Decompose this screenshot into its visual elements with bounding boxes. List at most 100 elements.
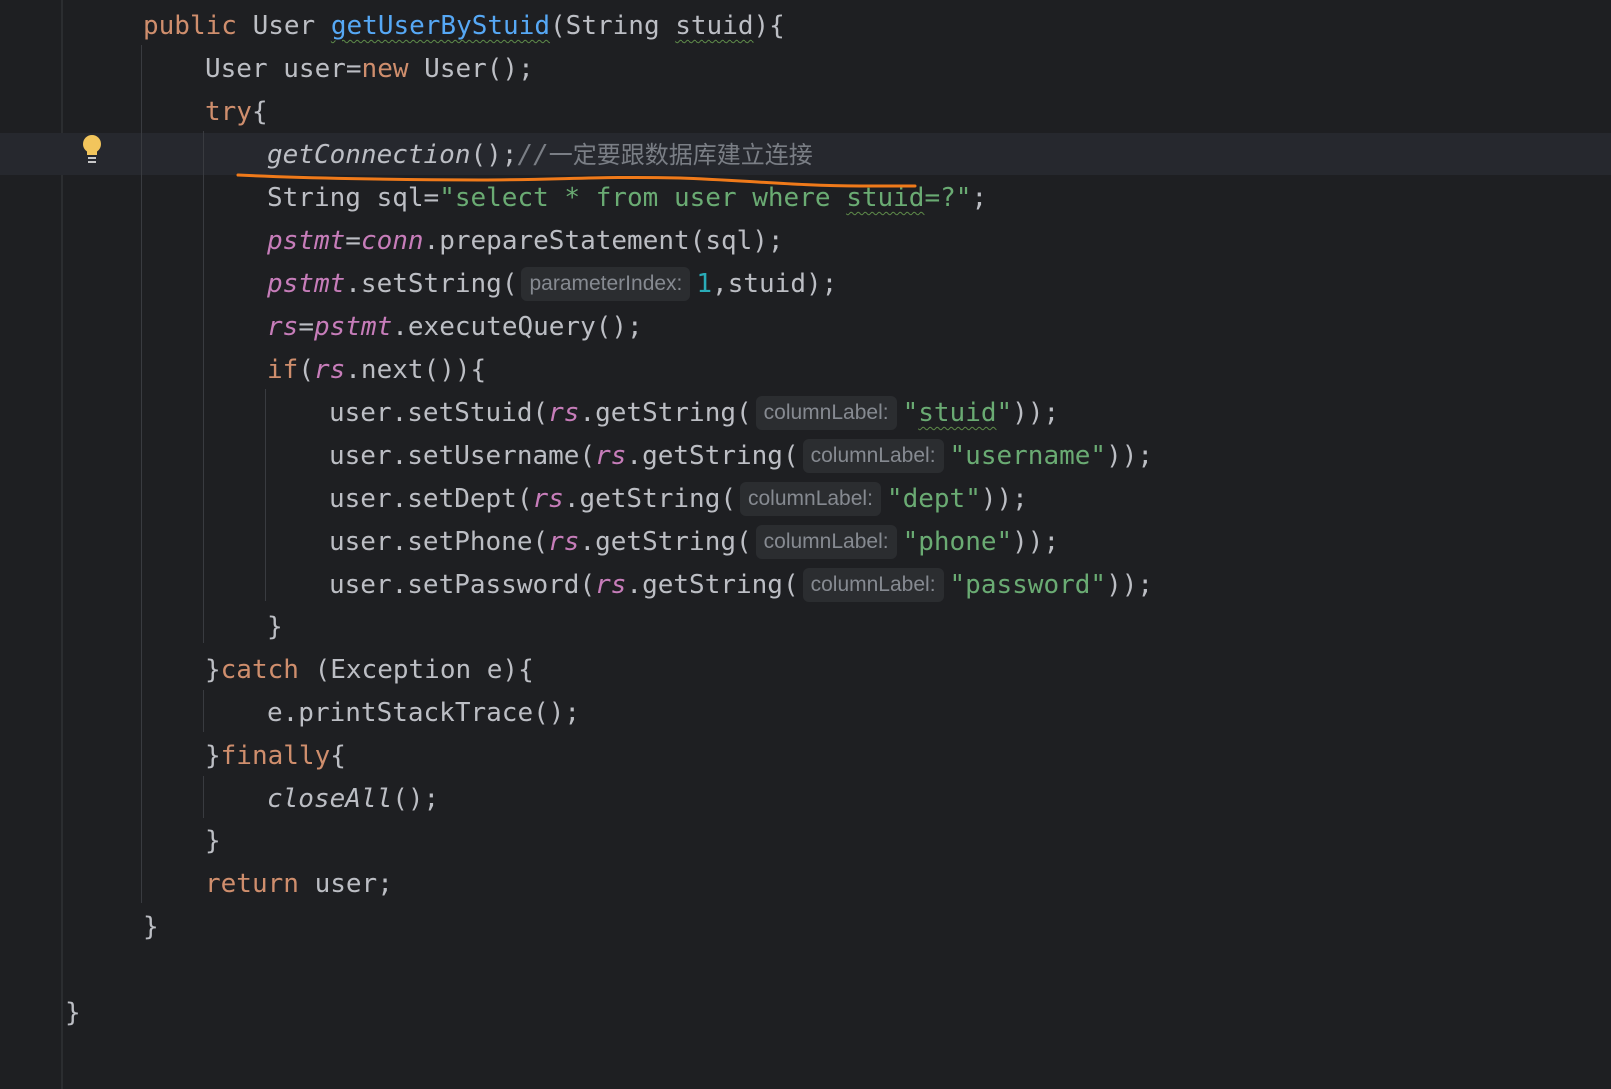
parameter-hint: columnLabel: [755, 525, 897, 559]
parameter-hint: columnLabel: [802, 439, 944, 473]
call-rest: .next()){ [345, 355, 487, 385]
field-var: pstmt [267, 226, 346, 256]
decl-text: String sql= [267, 183, 440, 213]
field-var: rs [313, 355, 346, 385]
return-type: User [252, 11, 316, 41]
call-text: .getString( [579, 398, 752, 428]
decl-text: User user= [205, 54, 362, 84]
code-line-print-stack[interactable]: e.printStackTrace(); [267, 693, 580, 733]
field-var: conn [360, 226, 424, 256]
sql-string-part: "select * from user where [439, 183, 847, 213]
parameter-hint: columnLabel: [740, 482, 881, 516]
brace: } [267, 612, 283, 642]
call-end: )); [1106, 441, 1154, 471]
code-line-close-finally[interactable]: } [205, 821, 221, 861]
comment-prefix: // [517, 140, 549, 170]
code-line-close-all[interactable]: closeAll(); [267, 779, 439, 819]
code-line-return[interactable]: return user; [205, 864, 393, 904]
catch-rest: (Exception e){ [298, 655, 534, 685]
code-line-set-stuid[interactable]: user.setStuid(rs.getString(columnLabel: "… [329, 393, 1059, 433]
string-literal: "username" [949, 441, 1107, 471]
code-editor[interactable]: public User getUserByStuid(String stuid)… [0, 0, 1611, 1089]
call-text: user.setStuid( [329, 398, 549, 428]
string-literal[interactable]: stuid [918, 398, 996, 428]
field-var: rs [595, 441, 627, 471]
code-line-set-dept[interactable]: user.setDept(rs.getString(columnLabel: "d… [329, 479, 1028, 519]
sql-string-end: =?" [924, 183, 972, 213]
call-end: )); [1106, 570, 1154, 600]
paren-open: ( [550, 11, 566, 41]
call-text: .getString( [626, 570, 799, 600]
string-literal: "password" [949, 570, 1107, 600]
call-text: user.setDept( [329, 484, 533, 514]
code-line-method-signature[interactable]: public User getUserByStuid(String stuid)… [143, 6, 785, 46]
param-name[interactable]: stuid [675, 11, 753, 41]
brace: } [205, 741, 221, 771]
call-rest: .prepareStatement(sql); [423, 226, 784, 256]
call-text: .getString( [563, 484, 736, 514]
call-rest: (); [392, 784, 440, 814]
method-name[interactable]: getUserByStuid [331, 11, 550, 41]
code-line-user-decl[interactable]: User user=new User(); [205, 49, 534, 89]
code-line-try[interactable]: try{ [205, 92, 268, 132]
call-rest: .executeQuery(); [392, 312, 643, 342]
code-line-execute[interactable]: rs=pstmt.executeQuery(); [267, 307, 643, 347]
string-literal: "dept" [886, 484, 981, 514]
return-rest: user; [298, 869, 393, 899]
comment-text: 一定要跟数据库建立连接 [548, 141, 813, 169]
equals: = [345, 226, 361, 256]
sql-string-column[interactable]: stuid [846, 183, 924, 213]
field-var: pstmt [313, 312, 393, 342]
keyword-return: return [205, 869, 299, 899]
code-line-set-phone[interactable]: user.setPhone(rs.getString(columnLabel: "… [329, 522, 1059, 562]
lightbulb-icon[interactable] [80, 134, 104, 168]
call-text: user.setPassword( [329, 570, 596, 600]
indent-guide [203, 690, 204, 732]
call-rest: ,stuid); [712, 269, 838, 299]
field-var: rs [595, 570, 627, 600]
parameter-hint: columnLabel: [755, 396, 897, 430]
brace: { [251, 97, 268, 127]
code-line-get-connection[interactable]: getConnection();//一定要跟数据库建立连接 [267, 135, 813, 175]
parameter-hint: columnLabel: [802, 568, 944, 602]
keyword-new: new [361, 54, 409, 84]
indent-guide [203, 776, 204, 818]
code-line-sql[interactable]: String sql="select * from user where stu… [267, 178, 987, 218]
keyword-catch: catch [220, 655, 299, 685]
keyword-if: if [267, 355, 299, 385]
field-var: rs [548, 527, 580, 557]
code-line-set-username[interactable]: user.setUsername(rs.getString(columnLabe… [329, 436, 1153, 476]
semicolon: ; [971, 183, 988, 213]
code-line-set-string[interactable]: pstmt.setString(parameterIndex: 1,stuid); [267, 264, 837, 304]
field-var: rs [267, 312, 299, 342]
brace: } [65, 998, 81, 1028]
method-call: closeAll [267, 784, 393, 814]
string-literal: "phone" [902, 527, 1013, 557]
brace: } [205, 826, 221, 856]
keyword-try: try [205, 97, 252, 127]
code-line-prepare[interactable]: pstmt=conn.prepareStatement(sql); [267, 221, 784, 261]
code-line-set-password[interactable]: user.setPassword(rs.getString(columnLabe… [329, 565, 1153, 605]
code-line-finally[interactable]: }finally{ [205, 736, 346, 776]
keyword-public: public [143, 11, 237, 41]
parameter-hint: parameterIndex: [521, 267, 691, 301]
call-rest: (); [470, 140, 518, 170]
brace: { [330, 741, 346, 771]
string-quote: " [996, 398, 1013, 428]
code-line-close-if[interactable]: } [267, 607, 283, 647]
call-text: user.setPhone( [329, 527, 549, 557]
string-quote: " [902, 398, 919, 428]
code-line-if[interactable]: if(rs.next()){ [267, 350, 486, 390]
call-text: user.setUsername( [329, 441, 596, 471]
call-end: )); [980, 484, 1028, 514]
code-line-close-method[interactable]: } [143, 907, 159, 947]
code-line-close-class[interactable]: } [65, 993, 81, 1033]
code-line-catch[interactable]: }catch (Exception e){ [205, 650, 534, 690]
indent-guide [265, 389, 266, 601]
brace: } [205, 655, 221, 685]
keyword-finally: finally [220, 741, 331, 771]
equals: = [298, 312, 314, 342]
decl-rest: User(); [408, 54, 534, 84]
field-var: pstmt [267, 269, 346, 299]
brace: } [143, 912, 159, 942]
